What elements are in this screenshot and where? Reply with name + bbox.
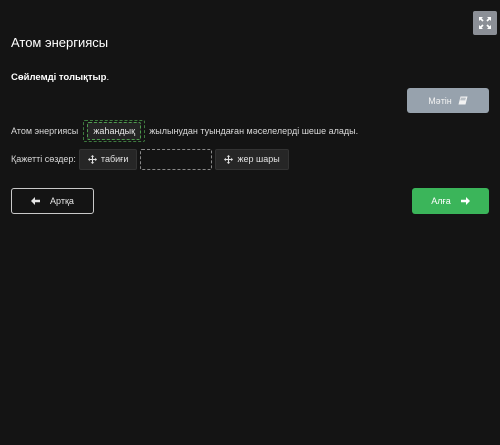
forward-button[interactable]: Алға [412,188,489,214]
text-button[interactable]: Мәтін [407,88,489,113]
back-button-label: Артқа [50,196,74,206]
forward-button-label: Алға [431,196,451,206]
instruction-period: . [106,72,110,83]
book-icon [458,96,468,105]
answer-drop-zone[interactable]: жаһандық [83,120,146,142]
back-button[interactable]: Артқа [11,188,94,214]
word-chip-label: табиғи [100,154,129,164]
move-arrows-icon [87,154,97,164]
answer-chip[interactable]: жаһандық [87,122,142,140]
sentence-after: жылынудан туындаған мәселелерді шеше ала… [149,126,359,136]
sentence-before: Атом энергиясы [11,126,79,136]
arrow-left-icon [31,197,41,205]
word-bank-label: Қажетті сөздер: [11,154,76,164]
word-chip-label: жер шары [237,154,280,164]
instruction-bold: Сөйлемді толықтыр [11,72,107,83]
page-title: Атом энергиясы [11,35,109,50]
instruction-text: Сөйлемді толықтыр. [11,72,109,83]
empty-word-slot [140,148,213,170]
expand-arrows-icon [478,16,492,30]
text-button-label: Мәтін [428,95,452,106]
fullscreen-button[interactable] [473,11,497,35]
word-chip-zher-shary[interactable]: жер шары [215,148,289,170]
move-arrows-icon [224,154,234,164]
arrow-right-icon [460,197,470,205]
sentence: Атом энергиясы жаһандық жылынудан туында… [11,118,358,144]
word-chip-tabigi[interactable]: табиғи [78,148,138,170]
word-bank: Қажетті сөздер: табиғи жер шары [11,148,289,170]
